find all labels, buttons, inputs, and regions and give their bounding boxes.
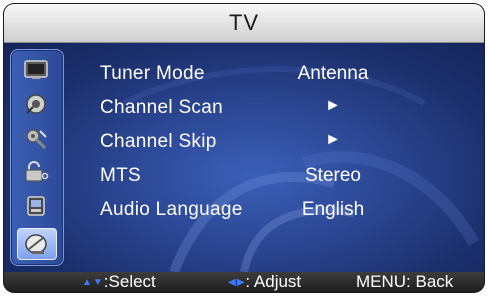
picture-icon[interactable] <box>21 56 51 84</box>
left-right-arrows-icon: ◀▶ <box>228 277 246 288</box>
menu-title: TV <box>228 10 260 35</box>
menu-item-value: Stereo <box>305 165 361 186</box>
footer-hints: ▲▼:Select ◀▶: Adjust MENU: Back <box>4 272 484 292</box>
menu-item-audio-language[interactable]: Audio Language English <box>100 195 400 225</box>
submenu-arrow-icon: ► <box>325 97 341 114</box>
menu-item-label: MTS <box>100 165 142 186</box>
adjust-hint-label: : Adjust <box>245 272 302 291</box>
menu-item-channel-scan[interactable]: Channel Scan ► <box>100 93 400 123</box>
select-hint: ▲▼:Select <box>82 272 156 292</box>
settings-icon[interactable] <box>21 124 51 152</box>
adjust-hint: ◀▶: Adjust <box>228 272 301 292</box>
menu-item-channel-skip[interactable]: Channel Skip ► <box>100 127 400 157</box>
select-hint-label: :Select <box>103 272 156 291</box>
channel-icon[interactable] <box>17 228 57 260</box>
menu-back-hint: MENU: Back <box>356 272 454 291</box>
tv-osd-menu: TV Tuner Mode Antenna Channel Scan ► Cha… <box>4 4 484 292</box>
menu-item-label: Channel Skip <box>100 131 217 152</box>
menu-item-label: Audio Language <box>100 199 243 220</box>
submenu-arrow-icon: ► <box>325 131 341 148</box>
setup-icon[interactable] <box>21 192 51 220</box>
menu-item-tuner-mode[interactable]: Tuner Mode Antenna <box>100 59 400 89</box>
menu-item-label: Tuner Mode <box>100 63 205 84</box>
menu-item-value: Antenna <box>297 63 369 84</box>
up-down-arrows-icon: ▲▼ <box>82 277 104 288</box>
title-bar: TV <box>4 4 484 43</box>
sound-icon[interactable] <box>21 90 51 118</box>
menu-item-value: English <box>301 199 365 220</box>
lock-icon[interactable] <box>21 158 51 186</box>
menu-panel: Tuner Mode Antenna Channel Scan ► Channe… <box>4 43 484 272</box>
menu-item-mts[interactable]: MTS Stereo <box>100 161 400 191</box>
category-sidebar <box>10 49 64 266</box>
menu-item-label: Channel Scan <box>100 97 223 118</box>
